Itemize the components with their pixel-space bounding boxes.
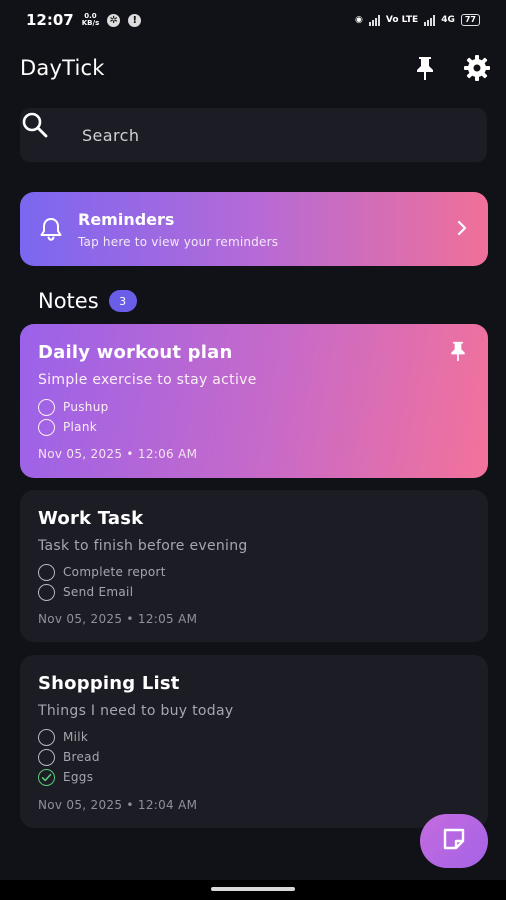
notes-count-badge: 3 — [108, 290, 137, 312]
bell-icon — [38, 216, 64, 242]
note-date: Nov 05, 2025 • 12:05 AM — [38, 612, 198, 626]
search-input[interactable]: Search — [20, 108, 487, 162]
search-placeholder: Search — [82, 125, 140, 145]
checklist-item[interactable]: Bread — [38, 747, 100, 767]
reminders-banner[interactable]: Reminders Tap here to view your reminder… — [20, 192, 488, 266]
checklist-item-text: Bread — [63, 750, 100, 764]
status-time: 12:07 — [26, 11, 74, 29]
note-checklist: Milk Bread Eggs — [38, 727, 100, 787]
note-description: Things I need to buy today — [38, 703, 234, 719]
note-date: Nov 05, 2025 • 12:04 AM — [38, 798, 198, 812]
system-nav-bar — [0, 880, 506, 900]
chevron-right-icon — [452, 218, 472, 238]
search-icon — [20, 110, 50, 140]
checklist-item-text: Send Email — [63, 585, 134, 599]
checklist-item-text: Eggs — [63, 770, 94, 784]
add-note-button[interactable] — [420, 814, 488, 868]
volte-label: Vo LTE — [385, 15, 419, 25]
checklist-item[interactable]: Plank — [38, 417, 109, 437]
note-card[interactable]: Shopping List Things I need to buy today… — [20, 655, 488, 828]
note-card[interactable]: Work Task Task to finish before evening … — [20, 490, 488, 642]
checklist-item-text: Milk — [63, 730, 89, 744]
checklist-item-text: Plank — [63, 420, 97, 434]
checkbox-icon[interactable] — [38, 418, 55, 436]
app-header: DayTick — [20, 50, 492, 86]
checklist-item[interactable]: Pushup — [38, 397, 109, 417]
net-speed-unit: KB/s — [81, 19, 100, 27]
status-bar: 12:07 0.0 KB/s ✲ ! ◉ Vo LTE 4G 77 — [0, 0, 506, 40]
reminders-subtitle: Tap here to view your reminders — [78, 235, 279, 249]
notes-heading: Notes 3 — [38, 289, 137, 313]
checklist-item-text: Complete report — [63, 565, 166, 579]
gear-icon[interactable] — [462, 53, 492, 83]
checkbox-icon[interactable] — [38, 398, 55, 416]
checklist-item-text: Pushup — [63, 400, 109, 414]
checklist-item[interactable]: Eggs — [38, 767, 100, 787]
pin-icon[interactable] — [410, 53, 440, 83]
note-description: Simple exercise to stay active — [38, 372, 257, 388]
alert-icon: ! — [128, 13, 142, 27]
note-add-icon — [441, 826, 467, 856]
android-icon: ✲ — [107, 13, 121, 27]
signal-icon-2 — [424, 14, 436, 26]
home-gesture-handle[interactable] — [211, 887, 295, 891]
note-card[interactable]: Daily workout plan Simple exercise to st… — [20, 324, 488, 478]
checkbox-icon[interactable] — [38, 583, 55, 601]
net-speed: 0.0 KB/s — [82, 13, 99, 27]
header-actions — [410, 53, 492, 83]
checklist-item[interactable]: Milk — [38, 727, 100, 747]
note-date: Nov 05, 2025 • 12:06 AM — [38, 447, 198, 461]
note-title: Daily workout plan — [38, 342, 233, 363]
note-checklist: Pushup Plank — [38, 397, 109, 437]
checklist-item[interactable]: Complete report — [38, 562, 166, 582]
checkbox-icon[interactable] — [38, 728, 55, 746]
checkbox-icon[interactable] — [38, 563, 55, 581]
note-title: Work Task — [38, 508, 144, 529]
eye-icon: ◉ — [355, 15, 363, 25]
checkbox-icon[interactable] — [38, 748, 55, 766]
signal-icon — [368, 14, 380, 26]
checklist-item[interactable]: Send Email — [38, 582, 166, 602]
app-title: DayTick — [20, 56, 105, 80]
note-checklist: Complete report Send Email — [38, 562, 166, 602]
status-left: 12:07 0.0 KB/s ✲ ! — [26, 11, 142, 29]
battery-icon: 77 — [460, 14, 480, 26]
status-right: ◉ Vo LTE 4G 77 — [355, 14, 480, 26]
reminders-title: Reminders — [78, 210, 175, 229]
pin-icon — [448, 340, 470, 362]
checkbox-checked-icon[interactable] — [38, 768, 55, 786]
note-title: Shopping List — [38, 673, 180, 694]
notes-label: Notes — [38, 289, 99, 313]
lte-label: 4G — [441, 15, 455, 25]
note-description: Task to finish before evening — [38, 538, 248, 554]
